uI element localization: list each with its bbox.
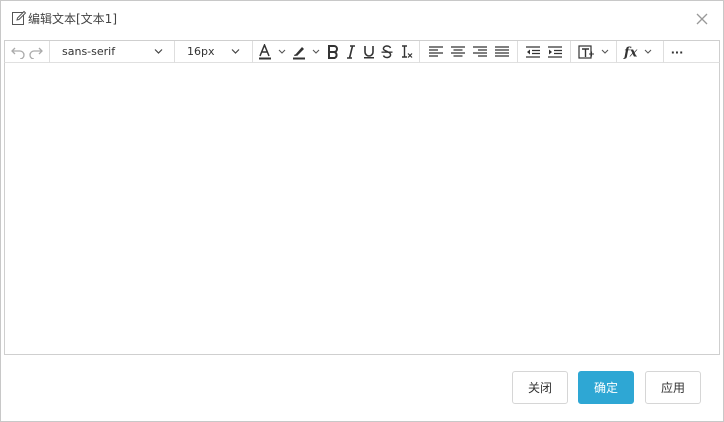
toolbar-divider	[174, 41, 175, 63]
italic-button[interactable]	[343, 41, 359, 63]
font-family-value: sans-serif	[62, 45, 116, 58]
clear-format-button[interactable]	[398, 41, 414, 63]
underline-icon	[364, 46, 374, 59]
close-button[interactable]: 关闭	[512, 371, 568, 404]
font-color-icon	[259, 44, 286, 60]
align-right-icon	[473, 46, 487, 57]
chevron-down-icon	[231, 49, 240, 54]
edit-text-dialog: 编辑文本[文本1] sans-serif 16px fx ··· 关闭 确定 应…	[0, 0, 724, 422]
toolbar-divider	[49, 41, 50, 63]
apply-button[interactable]: 应用	[645, 371, 701, 404]
svg-text:fx: fx	[623, 46, 638, 61]
clear-format-icon	[401, 45, 412, 58]
italic-icon	[347, 45, 355, 59]
editor-toolbar: sans-serif 16px fx ···	[4, 40, 720, 63]
toolbar-divider	[663, 41, 664, 63]
chevron-down-icon	[154, 49, 163, 54]
more-button[interactable]: ···	[667, 41, 687, 63]
textbox-icon	[578, 45, 609, 59]
font-family-select[interactable]: sans-serif	[62, 41, 166, 63]
strikethrough-icon	[381, 45, 393, 59]
undo-button[interactable]	[9, 41, 27, 63]
outdent-button[interactable]	[524, 41, 542, 63]
toolbar-divider	[517, 41, 518, 63]
undo-icon	[11, 47, 25, 59]
align-left-button[interactable]	[427, 41, 445, 63]
edit-icon	[12, 10, 27, 25]
align-justify-icon	[495, 46, 509, 57]
redo-button[interactable]	[27, 41, 45, 63]
toolbar-divider	[252, 41, 253, 63]
text-editor-area[interactable]	[4, 63, 720, 355]
toolbar-divider	[616, 41, 617, 63]
font-size-select[interactable]: 16px	[187, 41, 245, 63]
underline-button[interactable]	[361, 41, 377, 63]
close-icon[interactable]	[695, 12, 709, 26]
highlighter-icon	[293, 47, 320, 60]
font-color-button[interactable]	[257, 41, 289, 63]
formula-icon: fx	[623, 46, 652, 61]
formula-button[interactable]: fx	[621, 41, 657, 63]
strikethrough-button[interactable]	[379, 41, 395, 63]
dialog-titlebar: 编辑文本[文本1]	[1, 1, 723, 37]
font-size-value: 16px	[187, 45, 215, 58]
align-center-button[interactable]	[449, 41, 467, 63]
bold-icon	[328, 45, 338, 59]
align-left-icon	[429, 46, 443, 57]
confirm-button[interactable]: 确定	[578, 371, 634, 404]
highlight-color-button[interactable]	[291, 41, 323, 63]
indent-icon	[548, 46, 562, 58]
align-right-button[interactable]	[471, 41, 489, 63]
align-justify-button[interactable]	[493, 41, 511, 63]
insert-textbox-button[interactable]	[577, 41, 613, 63]
indent-button[interactable]	[546, 41, 564, 63]
align-center-icon	[451, 46, 465, 57]
dialog-title: 编辑文本[文本1]	[28, 12, 117, 26]
bold-button[interactable]	[325, 41, 341, 63]
redo-icon	[29, 47, 43, 59]
toolbar-divider	[570, 41, 571, 63]
toolbar-divider	[419, 41, 420, 63]
outdent-icon	[526, 46, 540, 58]
